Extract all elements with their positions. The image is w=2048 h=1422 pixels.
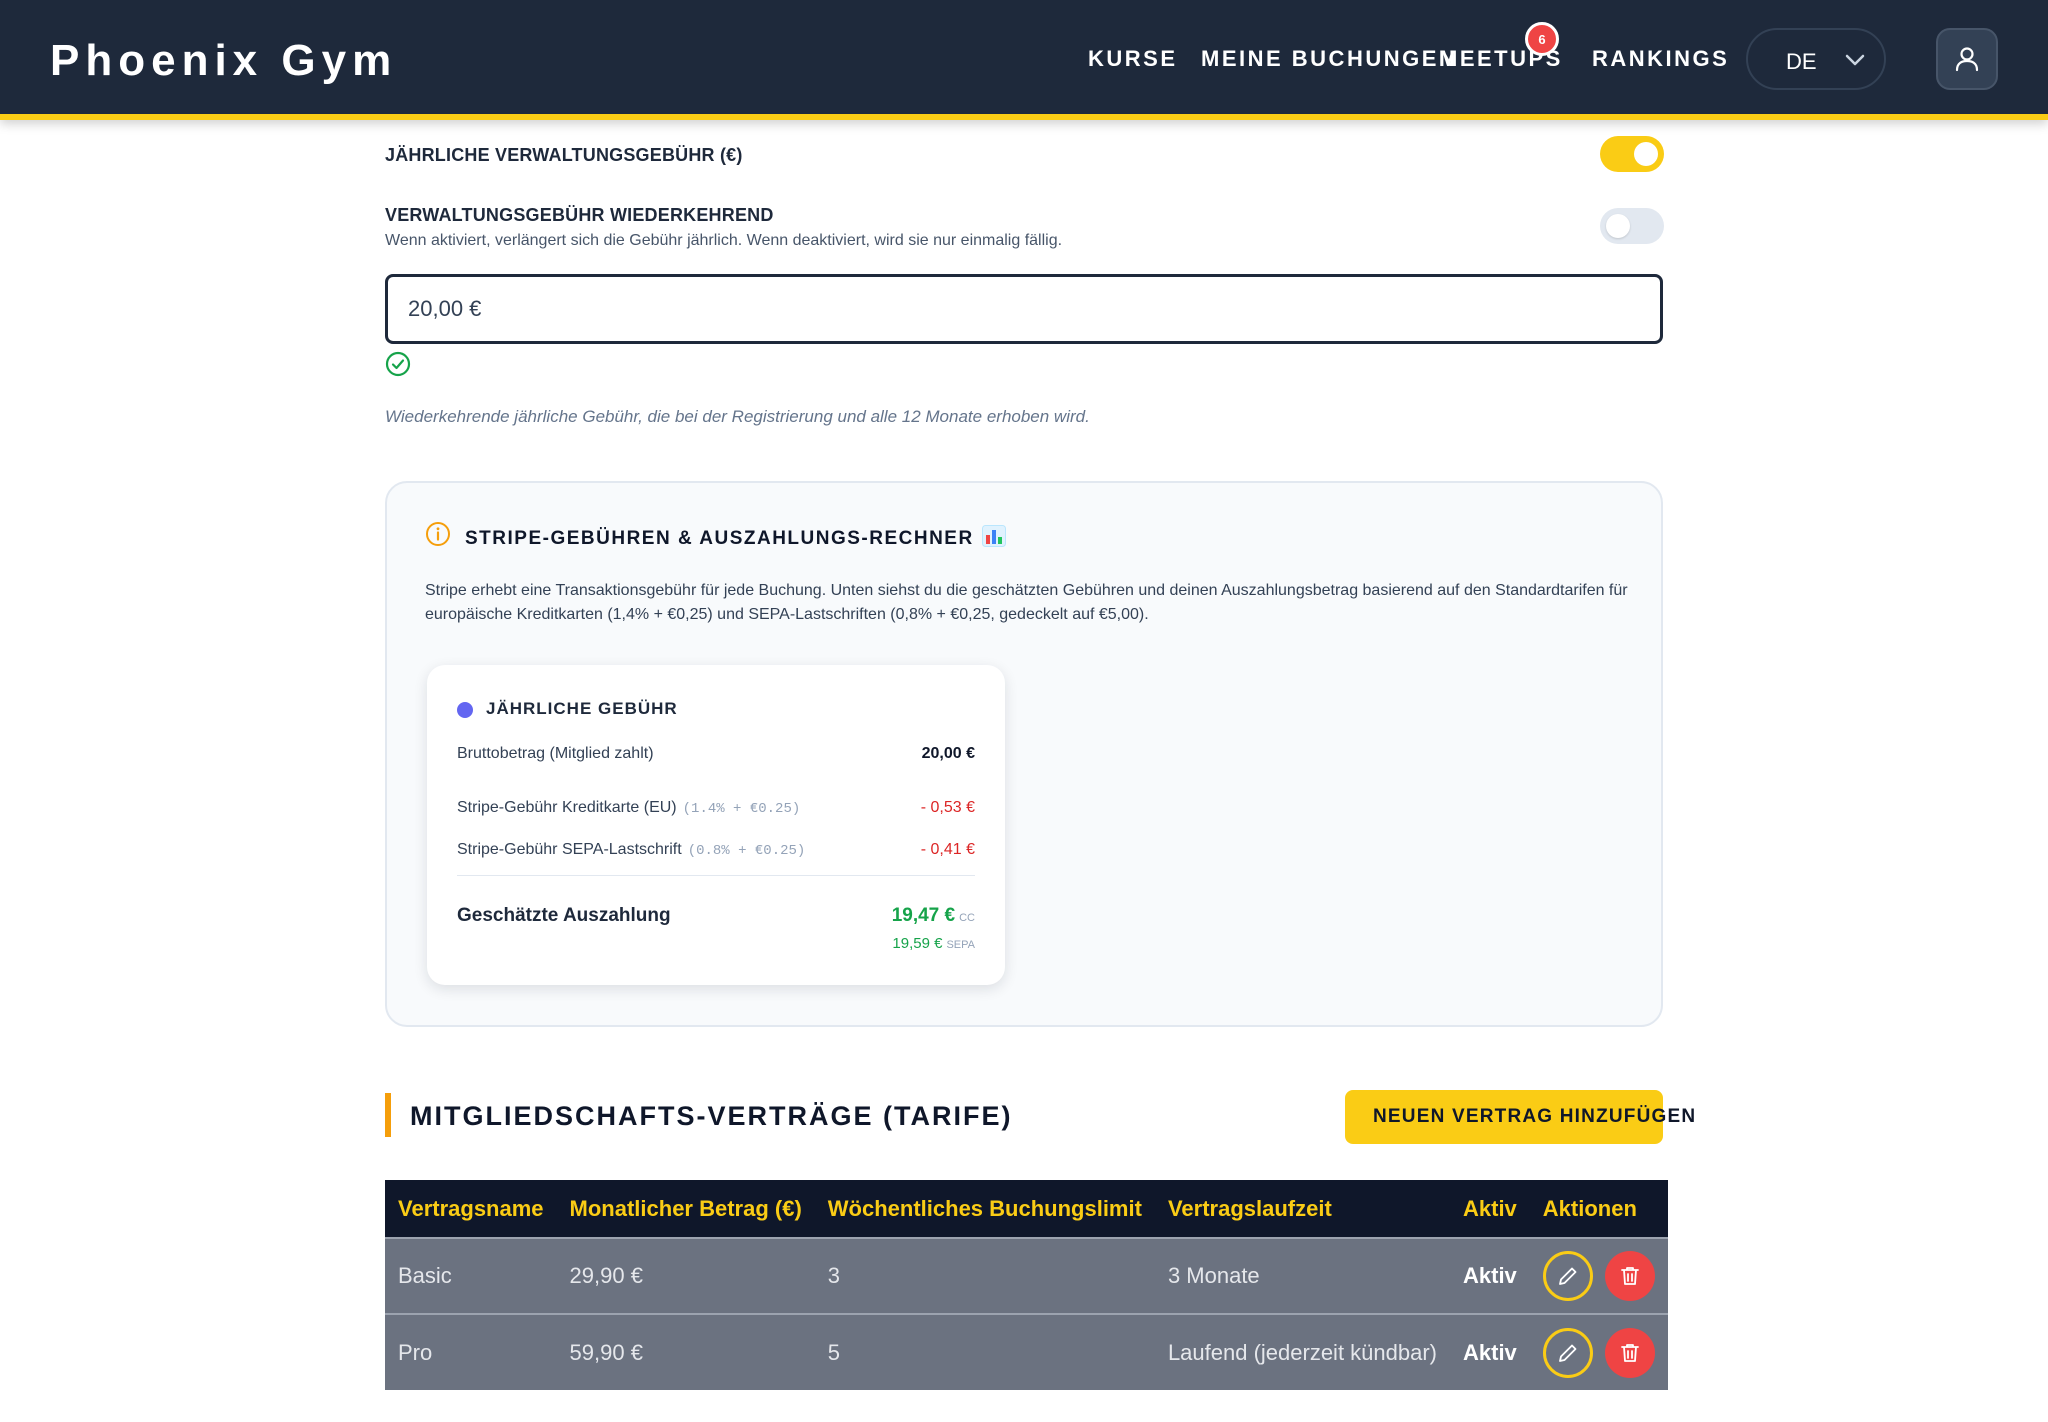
contract-status: Aktiv: [1450, 1237, 1530, 1314]
column-header: Vertragsname: [385, 1180, 557, 1238]
toggle-knob: [1634, 142, 1658, 166]
recurring-fee-toggle[interactable]: [1600, 208, 1664, 244]
meetups-badge: 6: [1525, 22, 1559, 56]
row-actions: [1542, 1327, 1655, 1378]
nav-meine-buchungen[interactable]: MEINE BUCHUNGEN: [1201, 46, 1457, 72]
payout-sepa: 19,59 € SEPA: [892, 935, 975, 952]
table-header-row: Vertragsname Monatlicher Betrag (€) Wöch…: [385, 1180, 1668, 1238]
contract-name: Basic: [385, 1237, 557, 1314]
edit-button[interactable]: [1542, 1327, 1593, 1378]
series-dot: [457, 702, 473, 718]
column-header: Aktiv: [1450, 1180, 1530, 1238]
info-icon: [426, 522, 450, 546]
delete-button[interactable]: [1604, 1251, 1655, 1301]
contract-limit: 5: [814, 1313, 1155, 1390]
trash-icon: [1620, 1343, 1639, 1362]
fee-card-title: JÄHRLICHE GEBÜHR: [486, 699, 678, 718]
annual-fee-input[interactable]: [385, 274, 1663, 344]
column-header: Monatlicher Betrag (€): [556, 1180, 815, 1238]
annual-fee-card: JÄHRLICHE GEBÜHR Bruttobetrag (Mitglied …: [427, 665, 1005, 985]
user-account-button[interactable]: [1936, 28, 1998, 90]
add-contract-button[interactable]: NEUEN VERTRAG HINZUFÜGEN: [1345, 1090, 1695, 1144]
payout-sepa-value: 19,59 €: [892, 935, 943, 952]
annual-fee-label: JÄHRLICHE VERWALTUNGSGEBÜHR (€): [385, 145, 743, 165]
gross-amount-label: Bruttobetrag (Mitglied zahlt): [457, 745, 654, 762]
contracts-section-title: MITGLIEDSCHAFTS-VERTRÄGE (TARIFE): [410, 1101, 1013, 1131]
contract-name: Pro: [385, 1313, 557, 1390]
bar-chart-icon: [981, 525, 1006, 547]
fee-hint-text: Wiederkehrende jährliche Gebühr, die bei…: [385, 407, 1090, 426]
trash-icon: [1620, 1267, 1639, 1285]
contract-term: Laufend (jederzeit kündbar): [1154, 1313, 1450, 1390]
cc-fee-label: Stripe-Gebühr Kreditkarte (EU) (1.4% + €0…: [457, 799, 800, 817]
payout-sepa-tag: SEPA: [946, 939, 975, 951]
sepa-fee-label: Stripe-Gebühr SEPA-Lastschrift (0.8% + €0…: [457, 841, 805, 859]
column-header: Vertragslaufzeit: [1154, 1180, 1450, 1238]
nav-rankings[interactable]: RANKINGS: [1592, 46, 1729, 72]
contract-actions: [1529, 1313, 1668, 1390]
contract-term: 3 Monate: [1154, 1237, 1450, 1314]
annual-fee-toggle[interactable]: [1600, 136, 1664, 172]
stripe-calculator-panel: STRIPE-GEBÜHREN & AUSZAHLUNGS-RECHNER St…: [385, 481, 1663, 1027]
delete-button[interactable]: [1604, 1327, 1655, 1378]
check-circle-icon: [385, 351, 411, 377]
user-icon: [1955, 47, 1979, 72]
stripe-calculator-title: STRIPE-GEBÜHREN & AUSZAHLUNGS-RECHNER: [465, 525, 1006, 550]
edit-button[interactable]: [1542, 1251, 1593, 1301]
table-row: Basic 29,90 € 3 3 Monate Aktiv: [385, 1237, 1668, 1314]
contract-amount: 59,90 €: [556, 1313, 815, 1390]
contract-actions: [1529, 1237, 1668, 1314]
cc-fee-rate: (1.4% + €0.25): [682, 801, 801, 817]
payout-label: Geschätzte Auszahlung: [457, 905, 671, 926]
app-logo[interactable]: Phoenix Gym: [50, 36, 397, 86]
cc-fee-label-text: Stripe-Gebühr Kreditkarte (EU): [457, 799, 677, 816]
contract-amount: 29,90 €: [556, 1237, 815, 1314]
sepa-fee-label-text: Stripe-Gebühr SEPA-Lastschrift: [457, 841, 682, 858]
recurring-fee-label: VERWALTUNGSGEBÜHR WIEDERKEHREND: [385, 205, 774, 225]
language-select[interactable]: DE: [1746, 28, 1886, 90]
column-header: Wöchentliches Buchungslimit: [814, 1180, 1155, 1238]
gross-amount-value: 20,00 €: [921, 745, 975, 762]
payout-cc-value: 19,47 €: [891, 905, 956, 926]
table-row: Pro 59,90 € 5 Laufend (jederzeit kündbar…: [385, 1313, 1668, 1390]
payout-cc: 19,47 € CC: [892, 905, 975, 927]
card-divider: [457, 875, 975, 876]
stripe-calculator-description: Stripe erhebt eine Transaktionsgebühr fü…: [425, 582, 1628, 623]
chevron-down-icon: [1845, 54, 1865, 66]
pencil-icon: [1558, 1344, 1577, 1362]
top-navbar: Phoenix Gym KURSE MEINE BUCHUNGEN MEETUP…: [0, 0, 2048, 120]
contracts-table: Vertragsname Monatlicher Betrag (€) Wöch…: [385, 1180, 1668, 1390]
pencil-icon: [1558, 1267, 1577, 1285]
row-actions: [1542, 1251, 1655, 1301]
stripe-calculator-title-text: STRIPE-GEBÜHREN & AUSZAHLUNGS-RECHNER: [465, 528, 974, 549]
toggle-knob: [1606, 214, 1630, 238]
recurring-fee-help: Wenn aktiviert, verlängert sich die Gebü…: [385, 232, 1063, 249]
payout-cc-tag: CC: [959, 912, 975, 924]
cc-fee-value: - 0,53 €: [920, 799, 975, 816]
sepa-fee-value: - 0,41 €: [920, 841, 975, 858]
contract-limit: 3: [814, 1237, 1155, 1314]
section-accent-bar: [385, 1093, 391, 1137]
contract-status: Aktiv: [1450, 1313, 1530, 1390]
nav-kurse[interactable]: KURSE: [1088, 46, 1178, 72]
column-header: Aktionen: [1529, 1180, 1668, 1238]
sepa-fee-rate: (0.8% + €0.25): [687, 843, 806, 859]
language-value: DE: [1786, 49, 1817, 74]
add-contract-label: NEUEN VERTRAG HINZUFÜGEN: [1373, 1106, 1697, 1127]
